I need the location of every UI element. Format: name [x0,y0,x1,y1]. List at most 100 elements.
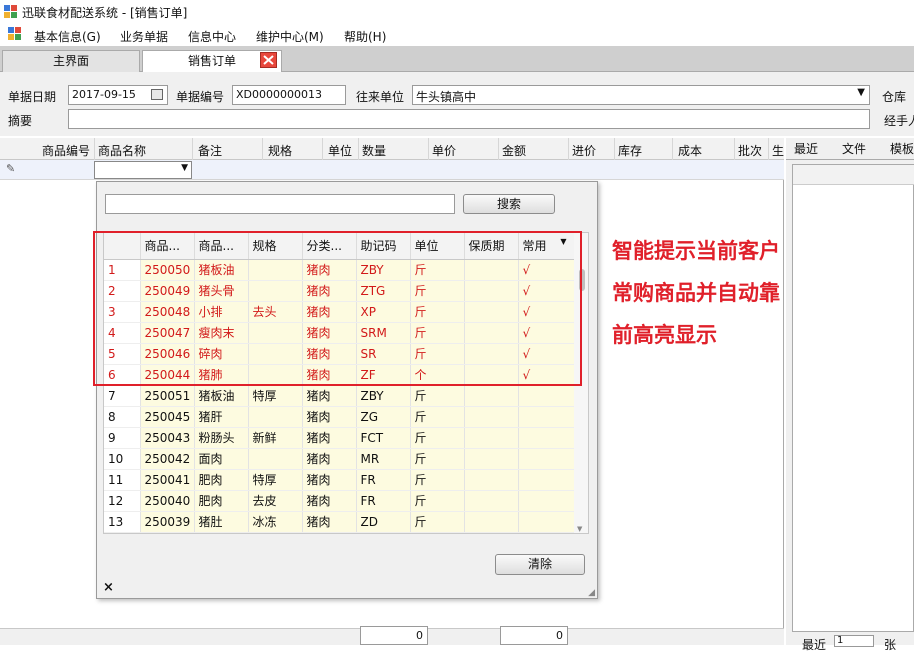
tab-recent[interactable]: 最近 [794,140,818,157]
order-header-form: 单据日期 2017-09-15 单据编号 XD0000000013 往来单位 牛… [0,72,914,136]
col-cost: 成本 [678,144,703,158]
product-code: 250040 [140,490,195,512]
product-name: 粉肠头 [194,427,249,449]
product-mnemonic: ZBY [356,385,411,407]
number-label: 单据编号 [176,90,225,104]
menu-business-docs[interactable]: 业务单据 [120,28,168,45]
tab-files[interactable]: 文件 [842,140,866,157]
product-name: 肥肉 [194,490,249,512]
order-number-value: XD0000000013 [236,88,322,101]
product-frequent [518,511,577,533]
recent-count-value: 1 [837,635,844,646]
menu-bar: 基本信息(G) 业务单据 信息中心 维护中心(M) 帮助(H) [0,24,914,46]
annotation-line-2: 常购商品并自动靠 [612,281,780,305]
col-batch: 批次 [738,144,763,158]
document-icon[interactable] [8,27,22,41]
row-number: 12 [104,490,141,512]
close-icon [263,55,274,65]
product-spec: 特厚 [248,469,303,491]
col-note: 备注 [198,144,223,158]
product-name: 猪肝 [194,406,249,428]
clear-button[interactable]: 清除 [495,554,585,575]
close-tab-button[interactable] [260,52,277,68]
product-unit: 斤 [410,469,465,491]
product-category: 猪肉 [302,490,357,512]
recent-count-input[interactable]: 1 [834,635,874,647]
product-frequent [518,385,577,407]
grid-edit-row[interactable]: ✎ ▼ [0,160,784,180]
product-shelf-life [464,385,519,407]
product-shelf-life [464,448,519,470]
product-frequent [518,448,577,470]
product-category: 猪肉 [302,448,357,470]
product-mnemonic: FCT [356,427,411,449]
product-frequent [518,469,577,491]
product-unit: 斤 [410,448,465,470]
product-spec: 新鲜 [248,427,303,449]
product-mnemonic: FR [356,469,411,491]
menu-help[interactable]: 帮助(H) [344,28,386,45]
order-number-field[interactable]: XD0000000013 [232,85,346,105]
col-price: 单价 [432,144,457,158]
product-shelf-life [464,427,519,449]
product-row[interactable]: 10 250042 面肉 猪肉 MR 斤 [104,448,577,470]
product-mnemonic: FR [356,490,411,512]
summary-field[interactable] [68,109,870,129]
menu-maintenance[interactable]: 维护中心(M) [256,28,324,45]
close-popup-icon[interactable]: × [103,580,114,595]
product-row[interactable]: 9 250043 粉肠头 新鲜 猪肉 FCT 斤 [104,427,577,449]
product-frequent [518,406,577,428]
product-row[interactable]: 11 250041 肥肉 特厚 猪肉 FR 斤 [104,469,577,491]
partner-label: 往来单位 [356,90,405,104]
right-side-panel: 最近 文件 模板 最近 1 张 [786,138,914,652]
frequent-items-highlight-box [93,231,582,386]
partner-value: 牛头镇高中 [416,90,477,104]
total-quantity: 0 [360,626,428,645]
product-code: 250045 [140,406,195,428]
total-amount: 0 [500,626,568,645]
product-spec: 去皮 [248,490,303,512]
product-mnemonic: ZD [356,511,411,533]
partner-select[interactable]: 牛头镇高中 ▼ [412,85,870,105]
product-row[interactable]: 7 250051 猪板油 特厚 猪肉 ZBY 斤 [104,385,577,407]
edit-pencil-icon: ✎ [6,162,16,175]
col-amount: 金额 [502,144,527,158]
title-bar: 迅联食材配送系统 - [销售订单] [0,0,914,24]
product-shelf-life [464,490,519,512]
summary-label: 摘要 [8,114,33,128]
date-picker[interactable]: 2017-09-15 [68,85,168,105]
product-code: 250051 [140,385,195,407]
product-name: 面肉 [194,448,249,470]
product-row[interactable]: 13 250039 猪肚 冰冻 猪肉 ZD 斤 [104,511,577,533]
calendar-icon[interactable] [151,89,163,100]
menu-basic-info[interactable]: 基本信息(G) [34,28,101,45]
col-item-code: 商品编号 [42,144,91,158]
product-unit: 斤 [410,385,465,407]
chevron-down-icon: ▼ [181,163,188,173]
product-code: 250039 [140,511,195,533]
annotation-callout: 智能提示当前客户 常购商品并自动靠 前高亮显示 [612,230,822,356]
col-unit: 单位 [328,144,353,158]
product-row[interactable]: 8 250045 猪肝 猪肉 ZG 斤 [104,406,577,428]
col-spec: 规格 [268,144,293,158]
tab-main[interactable]: 主界面 [2,50,140,72]
row-number: 9 [104,427,141,449]
tab-main-label: 主界面 [52,54,89,68]
product-category: 猪肉 [302,427,357,449]
tab-templates[interactable]: 模板 [890,140,914,157]
row-number: 8 [104,406,141,428]
item-name-combobox[interactable]: ▼ [94,161,192,179]
product-unit: 斤 [410,511,465,533]
document-tabs: 主界面 销售订单 [0,46,914,72]
product-row[interactable]: 12 250040 肥肉 去皮 猪肉 FR 斤 [104,490,577,512]
search-input[interactable] [105,194,455,214]
tab-sales-label: 销售订单 [187,54,236,68]
product-mnemonic: MR [356,448,411,470]
search-button[interactable]: 搜索 [463,194,555,214]
product-spec: 冰冻 [248,511,303,533]
scroll-down-icon[interactable]: ▼ [577,525,582,533]
menu-info-center[interactable]: 信息中心 [188,28,236,45]
product-category: 猪肉 [302,385,357,407]
product-name: 猪板油 [194,385,249,407]
resize-grip-icon[interactable]: ◢ [588,588,595,598]
